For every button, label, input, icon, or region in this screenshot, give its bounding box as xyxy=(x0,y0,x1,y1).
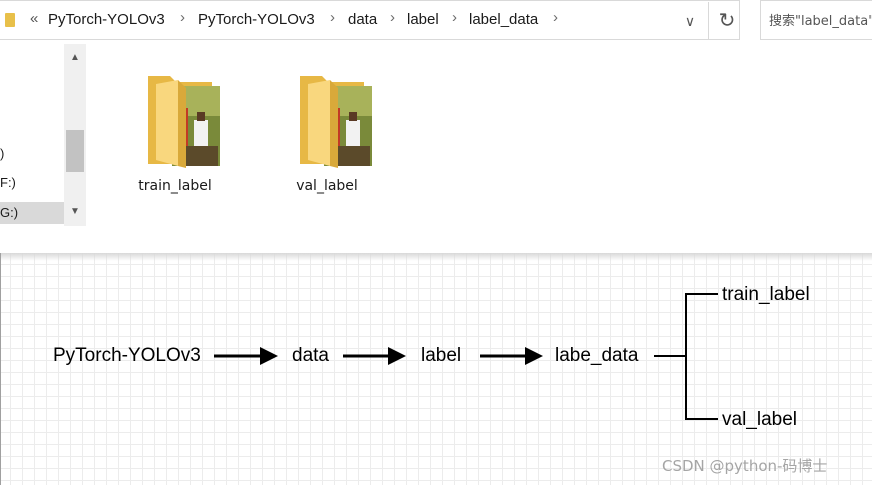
chevron-right-icon[interactable]: › xyxy=(452,9,457,26)
breadcrumb-item[interactable]: label xyxy=(407,11,439,28)
breadcrumb-item[interactable]: PyTorch-YOLOv3 xyxy=(48,11,165,28)
nav-drive-item[interactable]: ) xyxy=(0,143,64,165)
divider xyxy=(0,253,1,485)
chevron-right-icon[interactable]: › xyxy=(553,9,558,26)
diagram-node-val-label: val_label xyxy=(722,409,797,430)
chevron-right-icon[interactable]: › xyxy=(180,9,185,26)
folder-with-image-icon xyxy=(148,76,220,168)
search-input[interactable] xyxy=(769,10,872,32)
folder-with-image-icon xyxy=(300,76,372,168)
breadcrumb-item-current[interactable]: label_data xyxy=(469,11,538,28)
folder-name[interactable]: val_label xyxy=(272,178,382,194)
diagram-node-train-label: train_label xyxy=(722,284,810,305)
folder-item[interactable]: train_label xyxy=(120,66,230,206)
chevron-right-icon[interactable]: › xyxy=(330,9,335,26)
address-bar[interactable]: « PyTorch-YOLOv3 › PyTorch-YOLOv3 › data… xyxy=(0,0,740,40)
diagram-node-root: PyTorch-YOLOv3 xyxy=(53,345,201,366)
folder-name[interactable]: train_label xyxy=(120,178,230,194)
scrollbar[interactable]: ▲ ▼ xyxy=(64,44,86,226)
chevron-right-icon[interactable]: › xyxy=(390,9,395,26)
window-shadow xyxy=(0,253,872,261)
breadcrumb-item[interactable]: PyTorch-YOLOv3 xyxy=(198,11,315,28)
navigation-pane: ) F:) G:) ▲ ▼ xyxy=(0,44,88,226)
folder-item[interactable]: val_label xyxy=(272,66,382,206)
breadcrumb-item[interactable]: data xyxy=(348,11,377,28)
scrollbar-thumb[interactable] xyxy=(66,130,84,172)
nav-drive-item[interactable]: F:) xyxy=(0,172,64,194)
file-explorer-window: « PyTorch-YOLOv3 › PyTorch-YOLOv3 › data… xyxy=(0,0,872,253)
divider xyxy=(708,2,709,40)
breadcrumb-overflow-button[interactable]: « xyxy=(30,10,38,27)
scroll-up-icon[interactable]: ▲ xyxy=(64,48,86,68)
scroll-down-icon[interactable]: ▼ xyxy=(64,202,86,222)
diagram-node-data: data xyxy=(292,345,329,366)
search-box[interactable] xyxy=(760,0,872,40)
nav-drive-item-selected[interactable]: G:) xyxy=(0,202,64,224)
refresh-icon[interactable]: ↻ xyxy=(712,6,742,36)
chevron-down-icon[interactable]: ∨ xyxy=(676,10,704,32)
diagram-node-labe-data: labe_data xyxy=(555,345,639,366)
diagram-node-label: label xyxy=(421,345,462,366)
watermark: CSDN @python-码博士 xyxy=(662,457,828,475)
folder-icon xyxy=(5,13,15,27)
